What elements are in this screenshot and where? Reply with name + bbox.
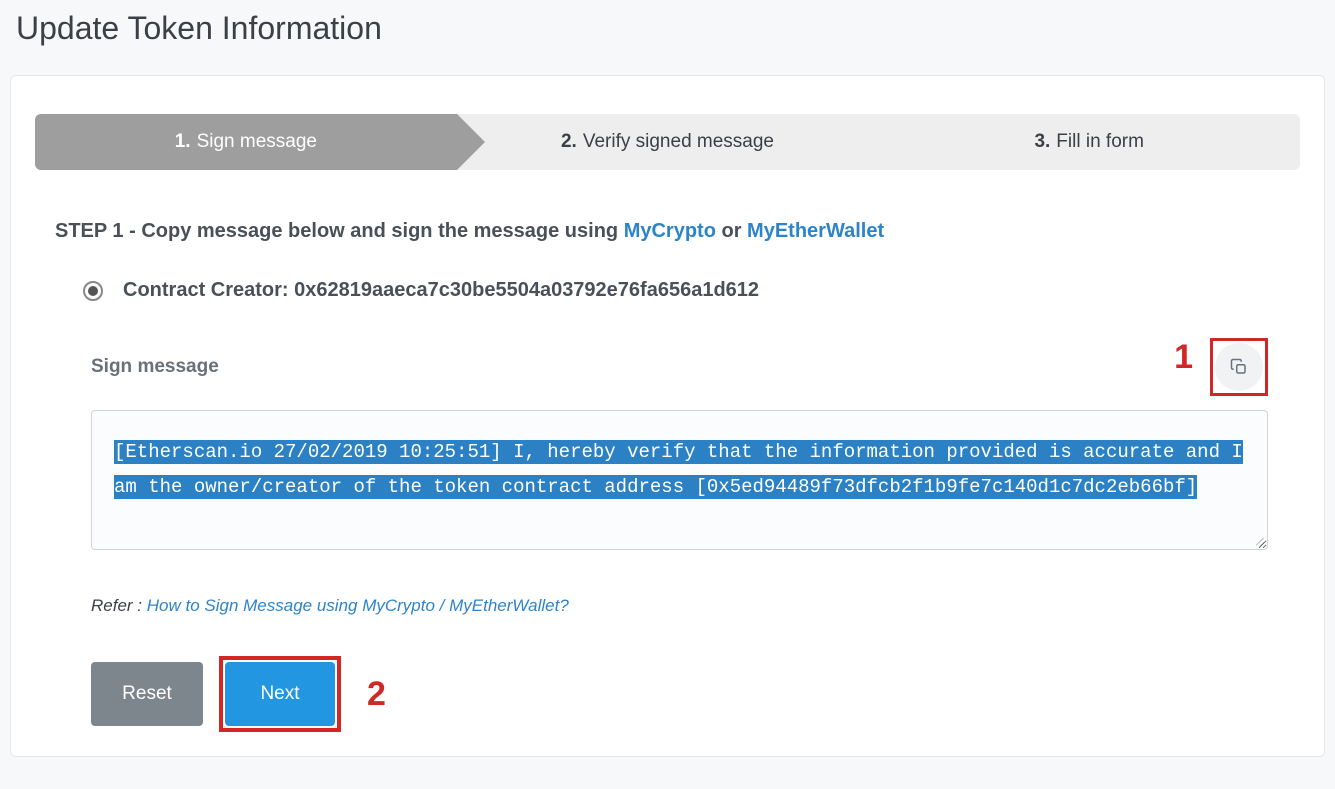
step-arrow-icon [457,114,485,170]
contract-creator-radio[interactable] [83,281,103,301]
next-button[interactable]: Next [225,662,335,726]
sign-message-label: Sign message [91,356,219,378]
sign-message-textarea[interactable]: [Etherscan.io 27/02/2019 10:25:51] I, he… [91,410,1268,550]
page-title: Update Token Information [16,10,1325,47]
contract-creator-row: Contract Creator: 0x62819aaeca7c30be5504… [83,279,1300,302]
stepper: 1. Sign message 2. Verify signed message… [35,114,1300,170]
myetherwallet-link[interactable]: MyEtherWallet [747,220,884,242]
annotation-marker-2: 2 [367,675,386,714]
copy-icon [1230,358,1248,376]
contract-creator-label: Contract Creator: 0x62819aaeca7c30be5504… [123,279,759,302]
step-1-sign-message[interactable]: 1. Sign message [35,114,457,170]
step-label: Fill in form [1056,131,1144,153]
creator-address: 0x62819aaeca7c30be5504a03792e76fa656a1d6… [294,279,759,301]
sign-header: Sign message 1 [91,338,1268,396]
mycrypto-link[interactable]: MyCrypto [624,220,716,242]
annotation-box-1 [1210,338,1268,396]
step-number: 1. [175,131,191,153]
creator-label-prefix: Contract Creator: [123,279,294,301]
instruction-text: STEP 1 - Copy message below and sign the… [55,220,624,242]
step-label: Sign message [197,131,317,153]
step-arrow-icon [878,114,906,170]
how-to-sign-link[interactable]: How to Sign Message using MyCrypto / MyE… [147,596,569,615]
step-label: Verify signed message [583,131,774,153]
step-2-verify-signed-message[interactable]: 2. Verify signed message [457,114,879,170]
refer-line: Refer : How to Sign Message using MyCryp… [91,596,1300,616]
message-text: [Etherscan.io 27/02/2019 10:25:51] I, he… [114,440,1243,499]
sign-message-section: Sign message 1 [Etherscan.io 27/02/2019 … [91,338,1268,550]
step-number: 3. [1034,131,1050,153]
button-row: Reset Next 2 [91,656,1300,732]
instruction-or: or [721,220,747,242]
annotation-box-2: Next [219,656,341,732]
reset-button[interactable]: Reset [91,662,203,726]
step-3-fill-in-form[interactable]: 3. Fill in form [878,114,1300,170]
refer-prefix: Refer : [91,596,147,615]
main-card: 1. Sign message 2. Verify signed message… [10,75,1325,757]
step-instruction: STEP 1 - Copy message below and sign the… [55,220,1300,243]
copy-button[interactable] [1215,343,1263,391]
step-number: 2. [561,131,577,153]
annotation-marker-1: 1 [1174,338,1193,377]
radio-dot-icon [88,286,98,296]
resize-handle-icon[interactable] [1251,533,1265,547]
